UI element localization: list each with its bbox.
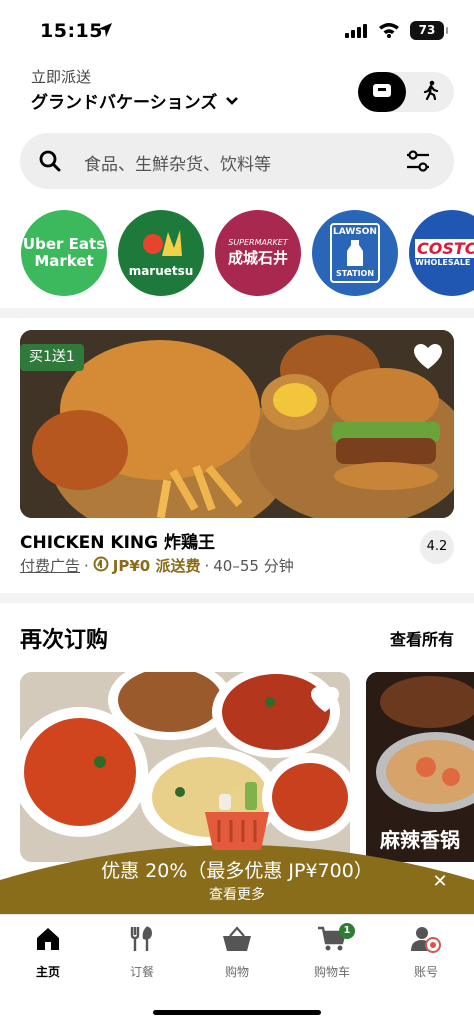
tab-label: 购物 [224, 965, 249, 979]
search-icon [39, 150, 61, 176]
close-icon[interactable]: ✕ [430, 872, 450, 892]
store-label: SUPERMARKET [228, 238, 288, 247]
account-icon [386, 923, 466, 955]
basket-icon [197, 923, 277, 955]
basket-icon [201, 780, 273, 856]
wifi-icon [378, 22, 400, 42]
rating-badge: 4.2 [420, 530, 454, 564]
store-seijo-ishii[interactable]: SUPERMARKET 成城石井 [215, 210, 301, 296]
tab-cart[interactable]: 1 购物车 [292, 923, 372, 980]
store-label: WHOLESALE [415, 258, 471, 267]
tab-restaurants[interactable]: 订餐 [102, 923, 182, 980]
status-time: 15:15 [40, 20, 103, 42]
store-label: LAWSON [333, 227, 377, 237]
sponsored-label[interactable]: 付费广告 [20, 555, 80, 576]
deliver-label: 立即派送 [31, 68, 92, 86]
cart-icon [292, 923, 372, 955]
tab-home[interactable]: 主页 [8, 923, 88, 980]
store-label: Uber Eats [22, 235, 106, 253]
store-label: Market [34, 252, 94, 270]
milk-bottle-icon [347, 240, 363, 266]
tab-label: 订餐 [129, 965, 154, 979]
store-label: STATION [335, 269, 375, 278]
utensils-icon [102, 923, 182, 955]
heart-icon[interactable] [310, 686, 340, 718]
offer-see-more[interactable]: 查看更多 [0, 884, 474, 904]
tab-label: 账号 [413, 965, 438, 979]
promo-badge: 买1送1 [20, 344, 84, 371]
delivery-fee: JP¥0 派送费 [93, 555, 201, 576]
delivery-mode-button[interactable] [358, 72, 406, 112]
tab-account[interactable]: 账号 [386, 923, 466, 980]
section-divider [0, 593, 474, 603]
search-bar[interactable]: 食品、生鮮杂货、饮料等 [20, 133, 454, 189]
store-label: maruetsu [128, 264, 194, 278]
delivery-mode-toggle[interactable] [358, 72, 454, 112]
delivery-bag-icon [371, 81, 393, 103]
delivery-fee-text: JP¥0 派送费 [112, 557, 201, 575]
store-label: COSTCO [415, 239, 474, 258]
home-icon [8, 923, 88, 955]
store-costco[interactable]: COSTCO WHOLESALE [409, 210, 474, 296]
restaurant-meta: 付费广告 · JP¥0 派送费 · 40–55 分钟 [20, 555, 294, 576]
pickup-mode-button[interactable] [408, 72, 454, 112]
store-uber-eats-market[interactable]: Uber Eats Market [21, 210, 107, 296]
maruetsu-logo-icon [143, 230, 182, 256]
see-all-link[interactable]: 查看所有 [390, 626, 454, 650]
restaurant-image[interactable] [20, 330, 454, 518]
battery-indicator: 73 [410, 21, 448, 40]
filter-icon[interactable] [405, 149, 431, 177]
address-text: グランドバケーションズ [31, 93, 218, 113]
section-divider [0, 308, 474, 318]
search-input[interactable]: 食品、生鮮杂货、饮料等 [84, 150, 271, 175]
store-lawson[interactable]: LAWSON STATION [312, 210, 398, 296]
heart-icon[interactable] [413, 343, 443, 375]
bottom-tab-bar: 主页 订餐 购物 1 购物车 账号 [0, 914, 474, 1025]
store-maruetsu[interactable]: maruetsu [118, 210, 204, 296]
fried-chicken-photo [20, 330, 454, 518]
tab-grocery[interactable]: 购物 [197, 923, 277, 980]
reorder-title: 再次订购 [20, 628, 109, 653]
delivery-time: 40–55 分钟 [213, 557, 294, 575]
status-bar: 15:15 73 [0, 0, 474, 58]
chevron-down-icon [225, 91, 239, 111]
cellular-signal-icon [345, 23, 369, 42]
cart-count-badge: 1 [339, 923, 355, 939]
store-label: 成城石井 [227, 249, 288, 267]
store-carousel: Uber Eats Market maruetsu SUPERMARKET 成城… [0, 210, 474, 298]
location-arrow-icon [97, 22, 113, 42]
address-selector[interactable]: グランドバケーションズ [31, 88, 239, 113]
tab-label: 主页 [35, 965, 60, 979]
tab-label: 购物车 [313, 965, 350, 979]
uber-one-icon [93, 556, 109, 576]
home-indicator[interactable] [153, 1010, 321, 1015]
walking-person-icon [422, 80, 440, 104]
restaurant-name[interactable]: CHICKEN KING 炸鶏王 [20, 528, 215, 553]
offer-text[interactable]: 优惠 20%（最多优惠 JP¥700） [0, 856, 474, 883]
